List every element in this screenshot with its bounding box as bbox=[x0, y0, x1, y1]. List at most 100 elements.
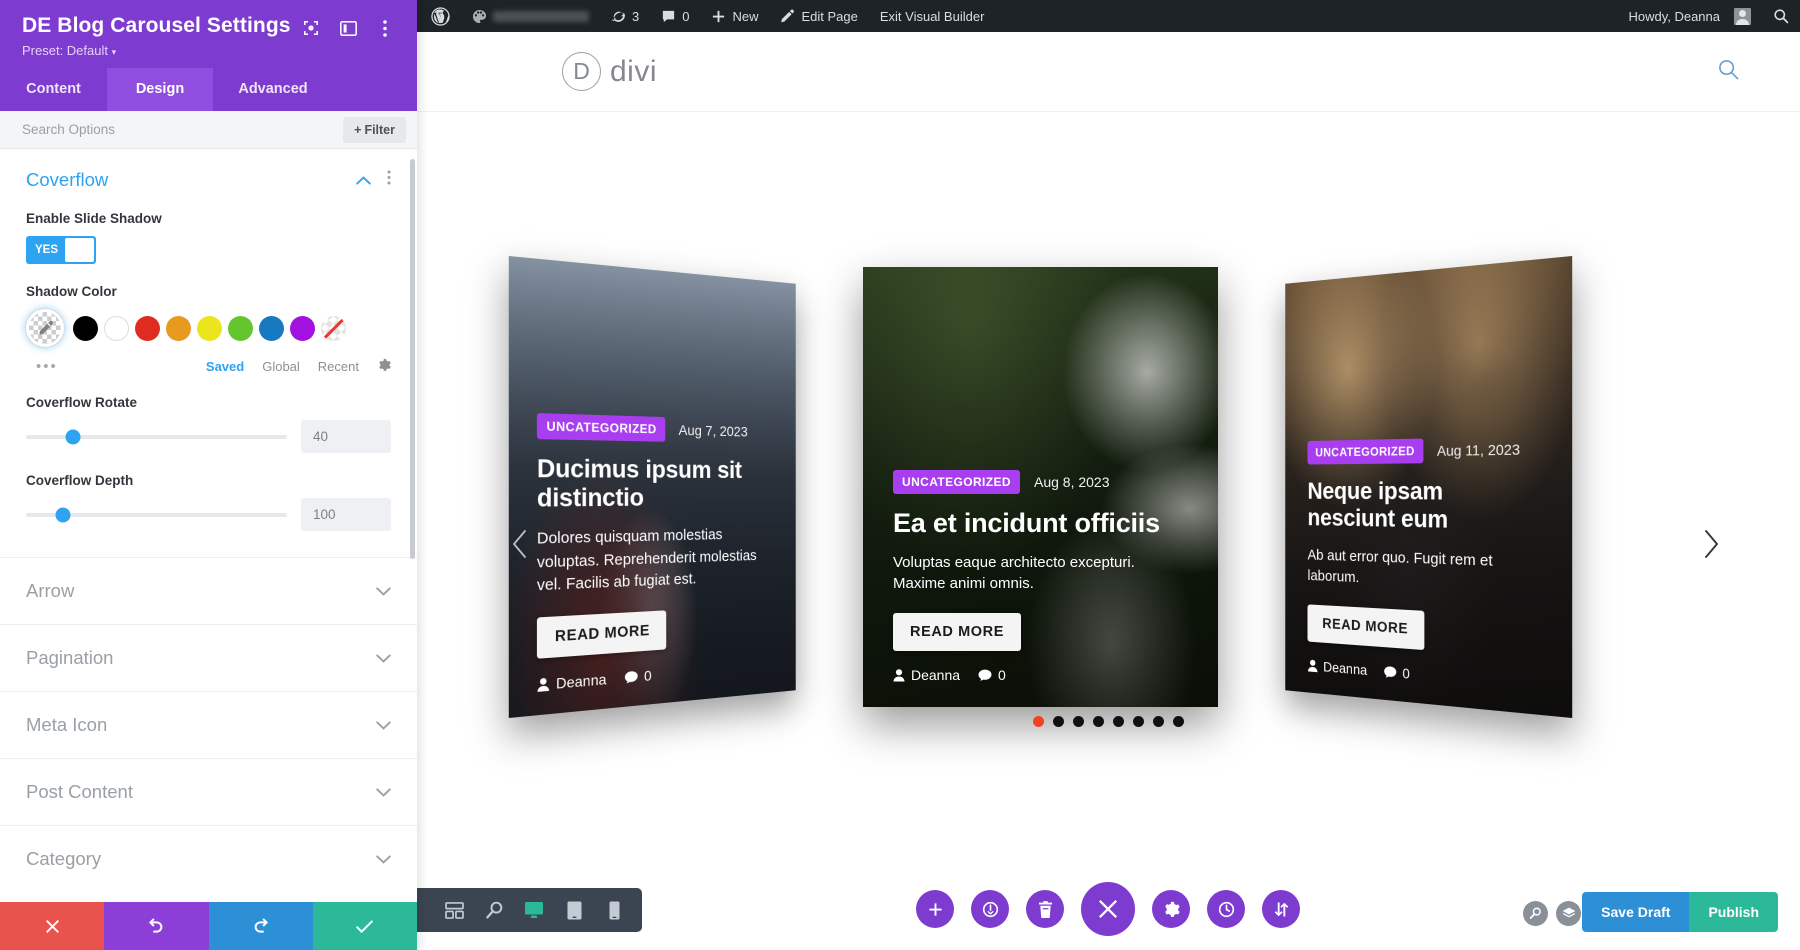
tab-advanced[interactable]: Advanced bbox=[213, 68, 333, 111]
new-item[interactable]: New bbox=[700, 0, 769, 32]
coverflow-rotate-slider-knob[interactable] bbox=[65, 429, 81, 445]
howdy-item[interactable]: Howdy, Deanna bbox=[1614, 0, 1762, 32]
category-badge[interactable]: UNCATEGORIZED bbox=[536, 412, 666, 442]
pagination-dot[interactable] bbox=[1113, 716, 1124, 727]
swatch-orange[interactable] bbox=[166, 315, 191, 341]
swatch-white[interactable] bbox=[104, 315, 129, 341]
carousel-next-arrow[interactable] bbox=[1694, 527, 1728, 561]
section-arrow[interactable]: Arrow bbox=[0, 557, 417, 624]
search-input[interactable] bbox=[22, 122, 344, 138]
section-post-content[interactable]: Post Content bbox=[0, 758, 417, 825]
exit-visual-builder-item[interactable]: Exit Visual Builder bbox=[869, 0, 996, 32]
coverflow-depth-slider-knob[interactable] bbox=[55, 507, 71, 523]
coverflow-depth-slider[interactable] bbox=[26, 507, 287, 523]
pagination-dot[interactable] bbox=[1153, 716, 1164, 727]
swatch-transparent[interactable] bbox=[321, 315, 346, 341]
layers-icon[interactable] bbox=[1556, 901, 1581, 926]
search-icon[interactable] bbox=[1523, 901, 1548, 926]
post-excerpt: Ab aut error quo. Fugit rem et laborum. bbox=[1307, 546, 1493, 587]
preset-selector[interactable]: Preset: Default ▾ bbox=[22, 43, 395, 58]
post-title[interactable]: Ducimus ipsum sit distinctio bbox=[537, 454, 774, 513]
swatch-yellow[interactable] bbox=[197, 315, 222, 341]
coverflow-rotate-value[interactable]: 40 bbox=[301, 420, 391, 454]
swatch-red[interactable] bbox=[135, 315, 160, 341]
carousel-slide[interactable]: UNCATEGORIZED Aug 11, 2023 Neque ipsam n… bbox=[1285, 255, 1573, 719]
tablet-icon[interactable] bbox=[556, 892, 592, 928]
wireframe-icon[interactable] bbox=[436, 892, 472, 928]
save-button[interactable] bbox=[312, 902, 417, 950]
section-meta-icon[interactable]: Meta Icon bbox=[0, 691, 417, 758]
wordpress-icon[interactable] bbox=[417, 0, 461, 32]
category-badge[interactable]: UNCATEGORIZED bbox=[1307, 438, 1424, 465]
pagination-dot[interactable] bbox=[1033, 716, 1044, 727]
history-button[interactable] bbox=[1207, 890, 1245, 928]
coverflow-rotate-slider[interactable] bbox=[26, 429, 287, 445]
wp-admin-bar: 3 0 New Edit Page Exit Visual Builder Ho… bbox=[417, 0, 1800, 32]
pagination-dot[interactable] bbox=[1173, 716, 1184, 727]
edit-page-item[interactable]: Edit Page bbox=[769, 0, 868, 32]
section-options-kebab-icon[interactable] bbox=[387, 170, 391, 190]
filter-button[interactable]: + Filter bbox=[343, 116, 406, 143]
read-more-button[interactable]: READ MORE bbox=[536, 610, 667, 659]
page-settings-button[interactable] bbox=[971, 890, 1009, 928]
publish-button[interactable]: Publish bbox=[1689, 892, 1778, 932]
post-meta: Deanna 0 bbox=[537, 657, 774, 693]
redo-button[interactable] bbox=[208, 902, 313, 950]
focus-icon[interactable] bbox=[301, 18, 321, 38]
magnifier-icon[interactable] bbox=[476, 892, 512, 928]
divi-logo[interactable]: D divi bbox=[562, 52, 657, 91]
color-tab-global[interactable]: Global bbox=[262, 359, 300, 374]
undo-button[interactable] bbox=[104, 902, 209, 950]
meta-author: Deanna bbox=[893, 667, 960, 683]
swatch-blue[interactable] bbox=[259, 315, 284, 341]
pagination-dot[interactable] bbox=[1073, 716, 1084, 727]
gear-icon[interactable] bbox=[377, 358, 391, 375]
desktop-icon[interactable] bbox=[516, 892, 552, 928]
layout-icon[interactable] bbox=[338, 18, 358, 38]
header-search-icon[interactable] bbox=[1717, 58, 1740, 86]
carousel-slide-active[interactable]: UNCATEGORIZED Aug 8, 2023 Ea et incidunt… bbox=[863, 267, 1218, 707]
pagination-dot[interactable] bbox=[1133, 716, 1144, 727]
add-section-button[interactable] bbox=[916, 890, 954, 928]
color-tab-recent[interactable]: Recent bbox=[318, 359, 359, 374]
section-category[interactable]: Category bbox=[0, 825, 417, 892]
close-builder-button[interactable] bbox=[1081, 882, 1135, 936]
post-title[interactable]: Ea et incidunt officiis bbox=[893, 508, 1188, 539]
tab-design[interactable]: Design bbox=[107, 68, 213, 112]
read-more-button[interactable]: READ MORE bbox=[893, 613, 1022, 651]
swatch-green[interactable] bbox=[228, 315, 253, 341]
color-picker-swatch[interactable] bbox=[26, 309, 64, 348]
pagination-dot[interactable] bbox=[1093, 716, 1104, 727]
cancel-button[interactable] bbox=[0, 902, 105, 950]
enable-slide-shadow-toggle[interactable]: YES bbox=[26, 236, 96, 265]
section-pagination[interactable]: Pagination bbox=[0, 624, 417, 691]
read-more-button[interactable]: READ MORE bbox=[1307, 604, 1425, 651]
phone-icon[interactable] bbox=[596, 892, 632, 928]
site-name-item[interactable] bbox=[461, 0, 600, 32]
meta-comments: 0 bbox=[978, 667, 1006, 683]
reorder-button[interactable] bbox=[1262, 890, 1300, 928]
howdy-label: Howdy, Deanna bbox=[1628, 8, 1720, 24]
kebab-menu-icon[interactable] bbox=[375, 18, 395, 38]
carousel-slide[interactable]: UNCATEGORIZED Aug 7, 2023 Ducimus ipsum … bbox=[508, 255, 796, 719]
updates-item[interactable]: 3 bbox=[600, 0, 650, 32]
chevron-up-icon[interactable] bbox=[356, 172, 371, 188]
comments-item[interactable]: 0 bbox=[650, 0, 700, 32]
color-tab-saved[interactable]: Saved bbox=[206, 359, 244, 374]
search-icon[interactable] bbox=[1762, 0, 1800, 32]
category-badge[interactable]: UNCATEGORIZED bbox=[893, 470, 1020, 495]
more-colors-icon[interactable]: ••• bbox=[26, 358, 188, 375]
settings-button[interactable] bbox=[1152, 890, 1190, 928]
delete-button[interactable] bbox=[1026, 890, 1064, 928]
coverflow-depth-value[interactable]: 100 bbox=[301, 498, 391, 532]
section-coverflow-header[interactable]: Coverflow bbox=[26, 169, 391, 191]
post-title[interactable]: Neque ipsam nesciunt eum bbox=[1308, 477, 1545, 536]
tab-content[interactable]: Content bbox=[0, 68, 107, 111]
coverflow-rotate-label: Coverflow Rotate bbox=[26, 395, 138, 411]
swatch-black[interactable] bbox=[73, 315, 98, 341]
pagination-dot[interactable] bbox=[1053, 716, 1064, 727]
panel-scrollbar[interactable] bbox=[410, 159, 415, 560]
save-draft-button[interactable]: Save Draft bbox=[1582, 892, 1690, 932]
carousel-prev-arrow[interactable] bbox=[503, 527, 537, 561]
swatch-purple[interactable] bbox=[290, 315, 315, 341]
